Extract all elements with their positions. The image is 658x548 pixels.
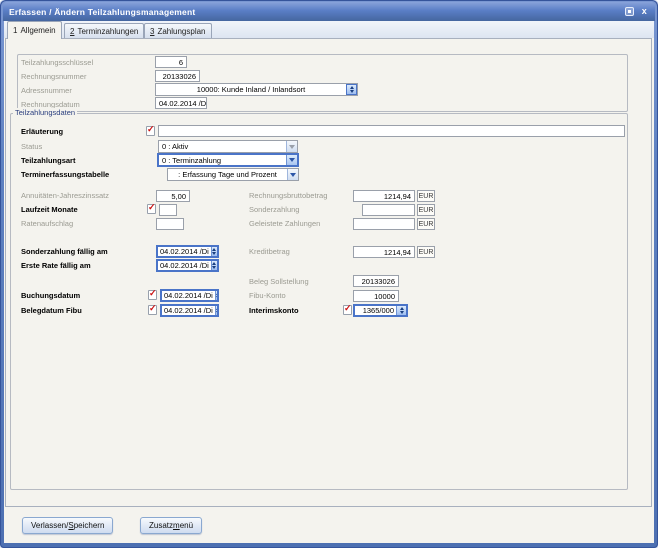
status-value: 0 : Aktiv: [162, 142, 189, 151]
interimskonto-field[interactable]: 1365/000: [353, 304, 408, 317]
currency-label: EUR: [417, 190, 435, 202]
erlaeuterung-input[interactable]: [158, 125, 625, 137]
fibu-konto-label: Fibu-Konto: [249, 291, 286, 300]
tab-label: Allgemein: [20, 26, 56, 35]
belegdatum-fibu-label: Belegdatum Fibu: [21, 306, 82, 315]
tab-number: 1: [13, 26, 18, 35]
rechnungsbruttobetrag-field: 1214,94: [353, 190, 415, 202]
dropdown-arrow-icon[interactable]: [286, 141, 297, 152]
tab-label: Terminzahlungen: [77, 26, 139, 36]
laufzeit-monate-label: Laufzeit Monate: [21, 205, 78, 214]
buchungsdatum-datefield[interactable]: 04.02.2014 /Di: [160, 289, 219, 302]
interimskonto-value: 1365/000: [362, 306, 394, 315]
terminerfassungstabelle-label: Terminerfassungstabelle: [21, 170, 110, 179]
teilzahlungsdaten-group-title: Teilzahlungsdaten: [13, 108, 78, 117]
tab-terminzahlungen[interactable]: 2 Terminzahlungen: [64, 23, 145, 38]
geleistete-zahlungen-field: [353, 218, 415, 230]
ratenaufschlag-label: Ratenaufschlag: [21, 219, 74, 228]
rechnungsbruttobetrag-label: Rechnungsbruttobetrag: [249, 191, 328, 200]
tab-zahlungsplan[interactable]: 3 Zahlungsplan: [144, 23, 212, 38]
erste-rate-datefield[interactable]: 04.02.2014 /Di: [156, 259, 219, 272]
interimskonto-label: Interimskonto: [249, 306, 299, 315]
date-value: 04.02.2014 /Di: [164, 291, 213, 300]
currency-label: EUR: [417, 246, 435, 258]
dropdown-arrow-icon[interactable]: [287, 169, 298, 180]
modified-check-icon[interactable]: ✓: [148, 288, 157, 300]
spinner-icon[interactable]: [214, 291, 217, 300]
laufzeit-monate-field[interactable]: [159, 204, 177, 216]
beleg-sollstellung-field: 20133026: [353, 275, 399, 287]
beleg-sollstellung-label: Beleg Sollstellung: [249, 277, 309, 286]
modified-check-icon[interactable]: ✓: [343, 303, 352, 315]
modified-check-icon[interactable]: ✓: [146, 124, 155, 136]
adressnummer-combo[interactable]: 10000: Kunde Inland / Inlandsort: [155, 83, 358, 96]
currency-label: EUR: [417, 218, 435, 230]
rechnungsdatum-field[interactable]: 04.02.2014 /Di: [155, 97, 207, 109]
sonderzahlung-label: Sonderzahlung: [249, 205, 300, 214]
fibu-konto-field: 10000: [353, 290, 399, 302]
dropdown-arrow-icon[interactable]: [286, 155, 297, 165]
status-label: Status: [21, 142, 43, 151]
date-value: 04.02.2014 /Di: [160, 261, 209, 270]
currency-label: EUR: [417, 204, 435, 216]
spinner-icon[interactable]: [396, 306, 406, 315]
tab-number: 3: [150, 26, 155, 36]
maximize-icon[interactable]: [624, 7, 634, 16]
ratenaufschlag-field[interactable]: [156, 218, 184, 230]
kreditbetrag-field: 1214,94: [353, 246, 415, 258]
terminerfassungstabelle-value: : Erfassung Tage und Prozent: [178, 170, 277, 179]
date-value: 04.02.2014 /Di: [160, 247, 209, 256]
spinner-icon[interactable]: [214, 306, 217, 315]
tab-allgemein[interactable]: 1 Allgemein: [7, 21, 62, 39]
terminerfassungstabelle-combo[interactable]: : Erfassung Tage und Prozent: [167, 168, 299, 181]
spinner-icon[interactable]: [210, 261, 217, 270]
adressnummer-value: 10000: Kunde Inland / Inlandsort: [196, 85, 306, 94]
tab-label: Zahlungsplan: [157, 26, 206, 36]
spinner-icon[interactable]: [346, 84, 357, 95]
teilzahlungsart-value: 0 : Terminzahlung: [162, 155, 222, 165]
window-title: Erfassen / Ändern Teilzahlungsmanagement: [9, 6, 196, 17]
rechnungsnummer-label: Rechnungsnummer: [21, 72, 87, 81]
teilzahlungsart-label: Teilzahlungsart: [21, 156, 76, 165]
teilzahlungsschluessel-label: Teilzahlungsschlüssel: [21, 58, 94, 67]
modified-check-icon[interactable]: ✓: [148, 303, 157, 315]
status-combo[interactable]: 0 : Aktiv: [158, 140, 298, 153]
dialog-window: Erfassen / Ändern Teilzahlungsmanagement…: [0, 0, 658, 548]
modified-check-icon[interactable]: ✓: [147, 202, 156, 214]
kreditbetrag-label: Kreditbetrag: [249, 247, 290, 256]
belegdatum-fibu-datefield[interactable]: 04.02.2014 /Di: [160, 304, 219, 317]
date-value: 04.02.2014 /Di: [164, 306, 213, 315]
zusatzmenue-button[interactable]: Zusatz m enü: [140, 517, 203, 534]
close-icon[interactable]: x: [640, 7, 649, 16]
erlaeuterung-label: Erläuterung: [21, 127, 64, 136]
spinner-icon[interactable]: [210, 247, 217, 256]
tab-number: 2: [70, 26, 75, 36]
rechnungsnummer-field[interactable]: 20133026: [155, 70, 200, 82]
adressnummer-label: Adressnummer: [21, 86, 72, 95]
buchungsdatum-label: Buchungsdatum: [21, 291, 81, 300]
teilzahlungsart-combo[interactable]: 0 : Terminzahlung: [157, 153, 299, 167]
annuitaeten-field[interactable]: 5,00: [156, 190, 190, 202]
geleistete-zahlungen-label: Geleistete Zahlungen: [249, 219, 321, 228]
sonderzahlung-field[interactable]: [362, 204, 415, 216]
erste-rate-label: Erste Rate fällig am: [21, 261, 91, 270]
annuitaeten-label: Annuitäten-Jahreszinssatz: [21, 191, 109, 200]
title-bar[interactable]: Erfassen / Ändern Teilzahlungsmanagement…: [3, 2, 655, 21]
sonderzahlung-faellig-label: Sonderzahlung fällig am: [21, 247, 108, 256]
verlassen-speichern-button[interactable]: Verlassen/Speichern: [22, 517, 114, 534]
teilzahlungsschluessel-field[interactable]: 6: [155, 56, 187, 68]
dialog-content: 1 Allgemein 2 Terminzahlungen 3 Zahlungs…: [4, 21, 654, 543]
sonderzahlung-faellig-datefield[interactable]: 04.02.2014 /Di: [156, 245, 219, 258]
